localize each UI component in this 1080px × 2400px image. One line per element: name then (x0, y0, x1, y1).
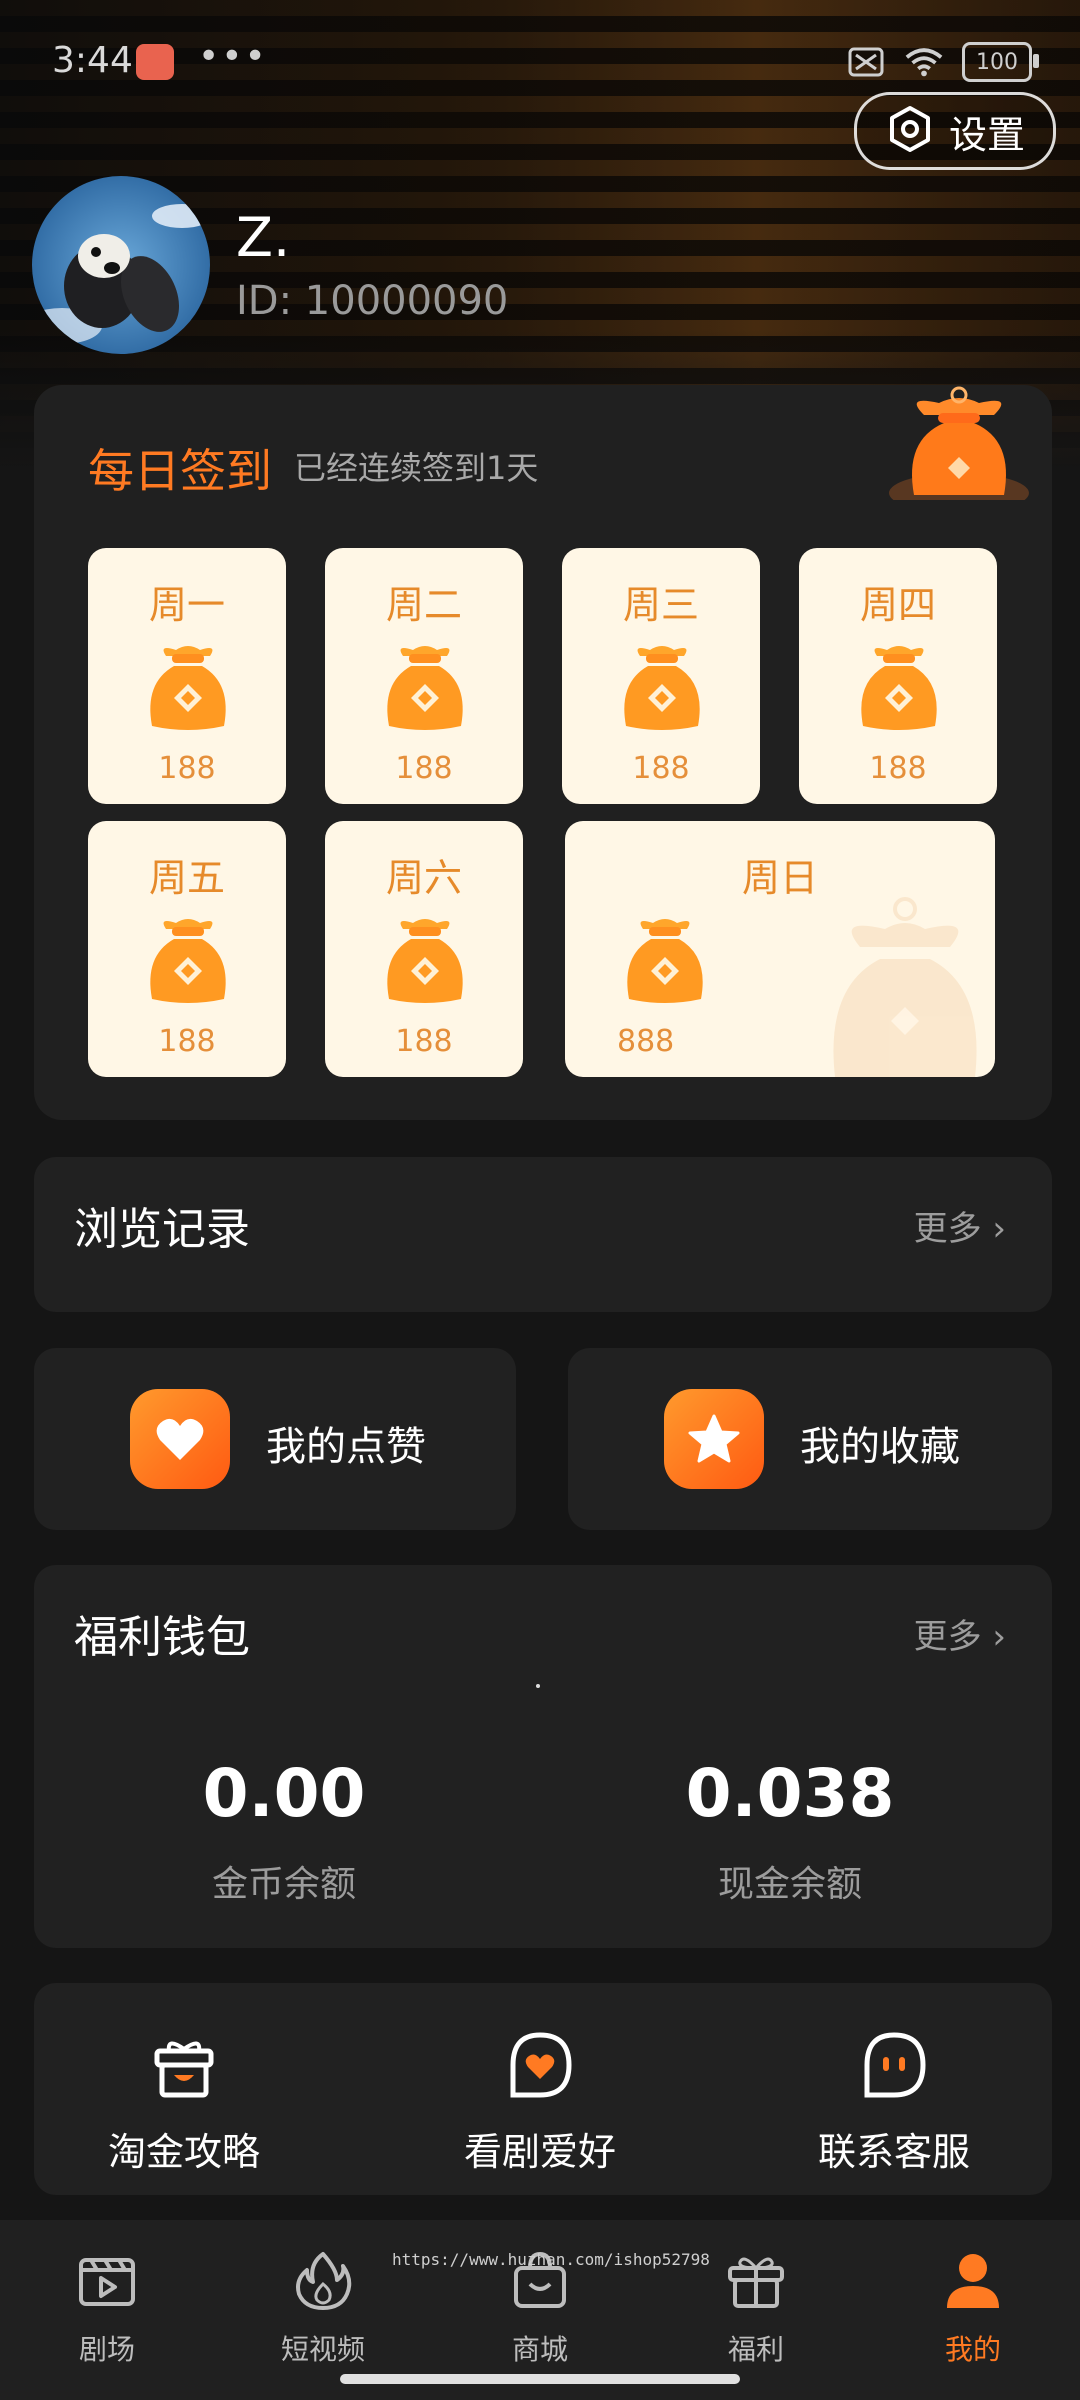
my-likes-label: 我的点赞 (266, 1424, 426, 1470)
notification-app-icon (136, 44, 174, 80)
lucky-bag-icon (884, 385, 1034, 513)
cash-balance-label: 现金余额 (717, 1864, 862, 1905)
wallet-more-link[interactable]: 更多 › (914, 1609, 1006, 1658)
gold-guide-button[interactable]: 淘金攻略 (34, 2003, 334, 2174)
settings-label: 设置 (948, 112, 1025, 157)
coin-balance-label: 金币余额 (211, 1864, 356, 1905)
user-name: Z. (236, 206, 291, 269)
day-name: 周四 (859, 583, 936, 627)
checkin-streak: 已经连续签到1天 (294, 449, 539, 487)
checkin-day-tue[interactable]: 周二 188 (325, 548, 523, 804)
settings-button[interactable]: 设置 (854, 92, 1056, 170)
my-favorites-button[interactable]: 我的收藏 (568, 1348, 1052, 1530)
nav-label: 短视频 (280, 2333, 365, 2366)
customer-service-button[interactable]: 联系客服 (744, 2003, 1044, 2174)
day-reward: 188 (869, 751, 927, 786)
history-title: 浏览记录 (74, 1204, 250, 1255)
coin-bag-icon (138, 638, 238, 738)
battery-icon: 100 (962, 42, 1039, 82)
daily-checkin-card: 每日签到 已经连续签到1天 周一 188 周二 188 周三 188 周四 18… (34, 385, 1052, 1120)
my-favorites-label: 我的收藏 (800, 1424, 960, 1470)
welfare-wallet-card: 福利钱包 更多 › 0.00 金币余额 0.038 现金余额 (34, 1565, 1052, 1948)
checkin-title: 每日签到 (88, 444, 272, 498)
nav-label: 商城 (511, 2333, 568, 2366)
divider-dot (536, 1684, 540, 1688)
star-icon (664, 1389, 764, 1489)
checkin-day-mon[interactable]: 周一 188 (88, 548, 286, 804)
day-name: 周二 (385, 583, 462, 627)
status-time: 3:44 (52, 40, 133, 81)
day-name: 周三 (622, 583, 699, 627)
heart-icon (130, 1389, 230, 1489)
checkin-day-sun[interactable]: 周日 888 (565, 821, 995, 1077)
gift-box-icon (149, 2031, 219, 2101)
day-name: 周五 (148, 856, 225, 900)
nav-label: 我的 (944, 2333, 1001, 2366)
film-icon (77, 2250, 137, 2310)
chat-bubble-icon (859, 2031, 929, 2101)
history-more-link[interactable]: 更多 › (914, 1201, 1006, 1250)
day-reward: 188 (158, 751, 216, 786)
day-name: 周六 (385, 856, 462, 900)
coin-bag-icon (615, 911, 715, 1011)
coin-bag-icon (612, 638, 712, 738)
coin-bag-icon (849, 638, 949, 738)
coin-bag-icon (375, 911, 475, 1011)
wallet-title: 福利钱包 (74, 1612, 250, 1663)
checkin-day-sat[interactable]: 周六 188 (325, 821, 523, 1077)
my-likes-button[interactable]: 我的点赞 (34, 1348, 516, 1530)
more-notifications-icon: ••• (198, 36, 268, 77)
wifi-icon (904, 45, 944, 79)
day-name: 周一 (148, 583, 225, 627)
nav-label: 剧场 (78, 2333, 135, 2366)
gear-icon (885, 104, 935, 158)
day-reward: 188 (158, 1024, 216, 1059)
day-name: 周日 (741, 856, 818, 900)
nav-mine[interactable]: 我的 (898, 2236, 1048, 2386)
user-id: ID: 10000090 (236, 278, 509, 324)
browsing-history-card: 浏览记录 更多 › (34, 1157, 1052, 1312)
checkin-day-fri[interactable]: 周五 188 (88, 821, 286, 1077)
nav-theater[interactable]: 剧场 (32, 2236, 182, 2386)
coin-bag-icon (138, 911, 238, 1011)
user-icon (943, 2250, 1003, 2310)
home-indicator[interactable] (340, 2374, 740, 2384)
day-reward: 188 (395, 751, 453, 786)
heart-bubble-icon (505, 2031, 575, 2101)
day-reward: 188 (395, 1024, 453, 1059)
service-label: 淘金攻略 (107, 2130, 260, 2174)
coin-bag-icon (375, 638, 475, 738)
checkin-day-wed[interactable]: 周三 188 (562, 548, 760, 804)
bottom-navigation: 剧场 短视频 商城 福利 我的 (0, 2220, 1080, 2400)
nav-label: 福利 (727, 2333, 784, 2366)
gift-icon (726, 2250, 786, 2310)
services-card: 淘金攻略 看剧爱好 联系客服 (34, 1983, 1052, 2195)
drama-hobby-button[interactable]: 看剧爱好 (390, 2003, 690, 2174)
checkin-day-thu[interactable]: 周四 188 (799, 548, 997, 804)
nav-short-video[interactable]: 短视频 (248, 2236, 398, 2386)
coin-balance-value: 0.00 (202, 1755, 366, 1832)
service-label: 看剧爱好 (463, 2130, 616, 2174)
service-label: 联系客服 (817, 2130, 970, 2174)
day-reward: 888 (617, 1024, 675, 1059)
flame-icon (293, 2250, 353, 2310)
lucky-bag-watermark-icon (805, 887, 995, 1077)
no-sim-icon (846, 45, 886, 79)
cash-balance-value: 0.038 (685, 1755, 895, 1832)
status-icons: 100 (846, 42, 1039, 82)
watermark-text: https://www.huzhan.com/ishop52798 (392, 2250, 710, 2269)
avatar[interactable] (32, 176, 210, 354)
day-reward: 188 (632, 751, 690, 786)
